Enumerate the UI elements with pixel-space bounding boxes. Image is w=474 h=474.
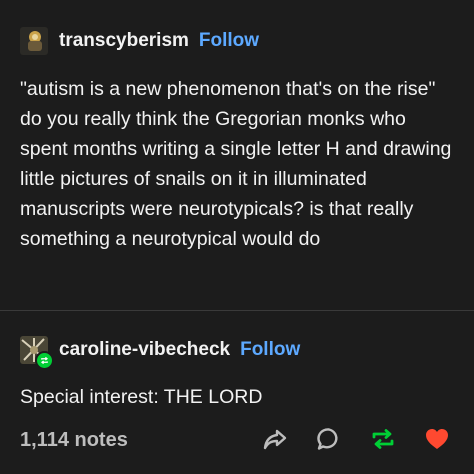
post-text: Special interest: THE LORD [20, 386, 263, 408]
share-icon[interactable] [260, 424, 290, 454]
post-header-2: caroline-vibecheck Follow [20, 336, 300, 370]
divider [0, 310, 474, 311]
reply-icon[interactable] [314, 424, 344, 454]
username[interactable]: transcyberism [59, 30, 189, 52]
reblog-badge-icon [35, 351, 54, 370]
post-footer: 1,114 notes [20, 422, 460, 458]
avatar[interactable] [20, 27, 48, 55]
post-text: "autism is a new phenomenon that's on th… [20, 78, 452, 250]
follow-button[interactable]: Follow [199, 30, 259, 52]
reblog-icon[interactable] [368, 424, 398, 454]
like-icon[interactable] [422, 424, 452, 454]
username[interactable]: caroline-vibecheck [59, 339, 230, 361]
post-header-1: transcyberism Follow [20, 27, 259, 55]
post-actions [236, 424, 452, 454]
follow-button[interactable]: Follow [240, 339, 300, 361]
post-card: transcyberism Follow "autism is a new ph… [0, 0, 474, 474]
avatar[interactable] [20, 336, 54, 370]
notes-count[interactable]: 1,114 notes [20, 429, 128, 452]
